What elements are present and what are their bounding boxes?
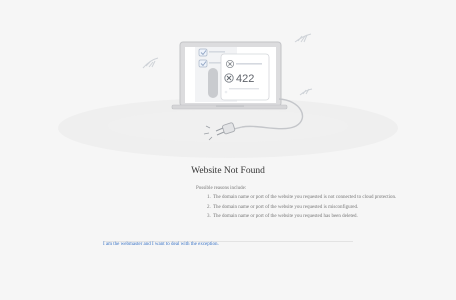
page-title: Website Not Found [191,166,265,176]
reason-item: The domain name or port of the website y… [212,193,446,202]
reason-item: The domain name or port of the website y… [212,203,446,212]
reason-item: The domain name or port of the website y… [212,212,446,221]
reasons-block: Possible reasons include: The domain nam… [196,184,446,222]
error-code: 422 [236,73,254,85]
error-card: 422 [220,53,270,101]
reasons-intro: Possible reasons include: [196,186,247,191]
reasons-list: The domain name or port of the website y… [196,193,446,221]
feather-icon [299,88,313,96]
feather-icon [142,57,159,69]
feather-icon [294,33,312,43]
error-illustration: 422 [58,33,398,158]
webmaster-link[interactable]: I am the webmaster and I want to deal wi… [103,242,219,247]
error-page: 422 Website Not Found Possible reasons i… [0,0,456,300]
